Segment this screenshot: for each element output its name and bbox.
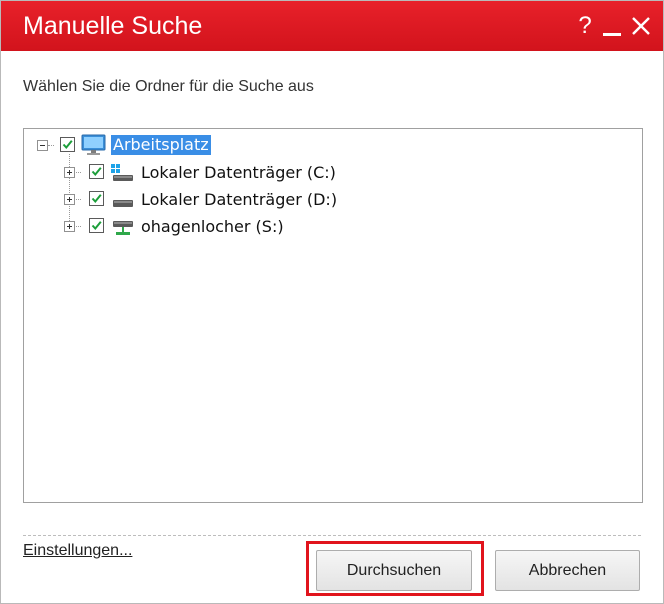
- minimize-icon: [603, 33, 621, 36]
- title-bar[interactable]: Manuelle Suche ?: [1, 1, 663, 51]
- tree-node-drive-s[interactable]: ohagenlocher (S:): [141, 217, 284, 237]
- close-button[interactable]: [628, 11, 654, 41]
- tree-connector: [74, 199, 81, 200]
- hard-drive-icon: [113, 200, 133, 207]
- checkmark-icon: [91, 194, 102, 204]
- checkmark-icon: [91, 221, 102, 231]
- tree-connector: [74, 172, 81, 173]
- settings-link[interactable]: Einstellungen...: [23, 541, 132, 561]
- tree-node-drive-c[interactable]: Lokaler Datenträger (C:): [141, 163, 336, 183]
- minimize-button[interactable]: [599, 11, 625, 41]
- search-button[interactable]: Durchsuchen: [316, 550, 472, 591]
- collapse-toggle[interactable]: [37, 140, 48, 151]
- expand-toggle-c[interactable]: [64, 167, 75, 178]
- root-checkbox[interactable]: [60, 137, 75, 152]
- tree-node-root[interactable]: Arbeitsplatz: [111, 135, 211, 155]
- tree-connector: [69, 154, 70, 227]
- checkmark-icon: [62, 140, 73, 150]
- network-drive-icon: [113, 221, 133, 235]
- drive-d-checkbox[interactable]: [89, 191, 104, 206]
- minus-icon: [40, 145, 45, 146]
- close-icon: [632, 17, 650, 35]
- drive-c-checkbox[interactable]: [89, 164, 104, 179]
- tree-connector: [74, 226, 81, 227]
- computer-icon: [81, 134, 106, 155]
- system-drive-icon: [111, 164, 133, 181]
- footer-separator: [23, 535, 641, 536]
- manual-scan-dialog: Manuelle Suche ? Wählen Sie die Ordner f…: [0, 0, 664, 604]
- dialog-title: Manuelle Suche: [23, 12, 203, 40]
- drive-s-checkbox[interactable]: [89, 218, 104, 233]
- checkmark-icon: [91, 167, 102, 177]
- instruction-text: Wählen Sie die Ordner für die Suche aus: [23, 78, 314, 95]
- cancel-button[interactable]: Abbrechen: [495, 550, 640, 591]
- tree-node-drive-d[interactable]: Lokaler Datenträger (D:): [141, 190, 337, 210]
- tree-connector: [48, 145, 54, 146]
- expand-toggle-d[interactable]: [64, 194, 75, 205]
- help-button[interactable]: ?: [572, 11, 598, 41]
- expand-toggle-s[interactable]: [64, 221, 75, 232]
- folder-tree[interactable]: Arbeitsplatz Lokaler Datenträger (C:) Lo…: [23, 128, 643, 503]
